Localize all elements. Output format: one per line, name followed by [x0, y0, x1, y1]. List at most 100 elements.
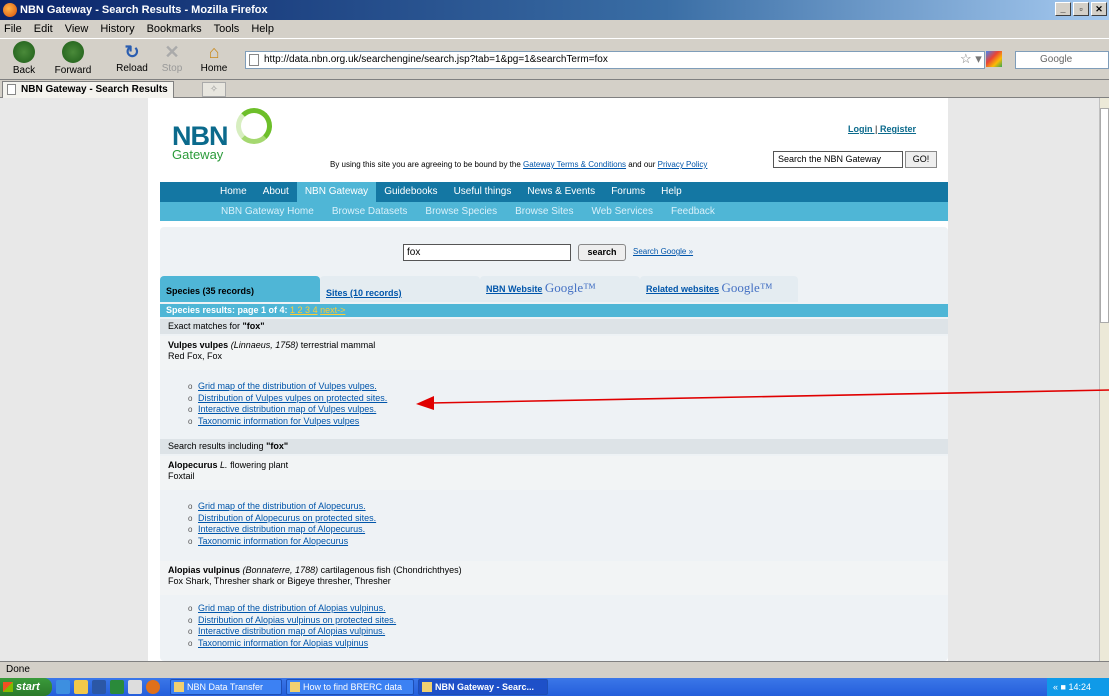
exact-matches-header: Exact matches for "fox" [160, 319, 948, 334]
go-button[interactable]: GO! [905, 151, 937, 168]
nav-guidebooks[interactable]: Guidebooks [376, 182, 445, 202]
subnav-browse-datasets[interactable]: Browse Datasets [323, 206, 417, 217]
species-links: Grid map of the distribution of Vulpes v… [188, 381, 387, 427]
excel-icon[interactable] [110, 680, 124, 694]
document-icon[interactable] [128, 680, 142, 694]
species-record: Vulpes vulpes (Linnaeus, 1758) terrestri… [160, 336, 948, 370]
menu-view[interactable]: View [65, 23, 89, 35]
species-links: Grid map of the distribution of Alopecur… [188, 501, 376, 547]
tab-nbn-website[interactable]: NBN Website Google™ [480, 276, 640, 302]
home-icon: ⌂ [208, 42, 220, 62]
tab-related-websites[interactable]: Related websites Google™ [640, 276, 798, 302]
close-button[interactable]: ✕ [1091, 2, 1107, 16]
bookmark-star-icon[interactable]: ☆ ▾ [960, 51, 982, 67]
nav-about[interactable]: About [255, 182, 297, 202]
subnav-gateway-home[interactable]: NBN Gateway Home [212, 206, 323, 217]
menu-bar: File Edit View History Bookmarks Tools H… [0, 20, 1109, 38]
interactive-map-link[interactable]: Interactive distribution map of Alopias … [188, 626, 396, 638]
forward-arrow-icon [62, 41, 84, 63]
ie-icon[interactable] [56, 680, 70, 694]
site-search-input[interactable]: Search the NBN Gateway [773, 151, 903, 168]
start-button[interactable]: start [0, 678, 52, 696]
browser-search-field[interactable]: Google [986, 51, 1109, 69]
tray-icon[interactable]: ■ [1061, 682, 1066, 692]
nav-useful-things[interactable]: Useful things [446, 182, 520, 202]
menu-file[interactable]: File [4, 23, 22, 35]
stop-icon: ✕ [164, 42, 180, 62]
address-bar[interactable]: http://data.nbn.org.uk/searchengine/sear… [245, 51, 985, 69]
menu-help[interactable]: Help [251, 23, 274, 35]
subnav-browse-sites[interactable]: Browse Sites [506, 206, 582, 217]
menu-tools[interactable]: Tools [214, 23, 240, 35]
interactive-map-link[interactable]: Interactive distribution map of Alopecur… [188, 524, 376, 536]
subnav-feedback[interactable]: Feedback [662, 206, 724, 217]
search-button[interactable]: search [578, 244, 626, 261]
firefox-icon[interactable] [146, 680, 160, 694]
subnav-browse-species[interactable]: Browse Species [416, 206, 506, 217]
back-button[interactable]: Back [2, 41, 46, 76]
terms-notice: By using this site you are agreeing to b… [330, 160, 708, 169]
species-links: Grid map of the distribution of Alopias … [188, 603, 396, 649]
window-title-bar: NBN Gateway - Search Results - Mozilla F… [0, 0, 1109, 20]
nav-forums[interactable]: Forums [603, 182, 653, 202]
nbn-logo[interactable]: NBN Gateway [172, 123, 228, 162]
home-button[interactable]: ⌂ Home [192, 41, 236, 74]
status-bar: Done [0, 661, 1109, 678]
results-pagination: Species results: page 1 of 4: 1 2 3 4 ne… [160, 304, 948, 317]
windows-taskbar: start NBN Data Transfer How to find BRER… [0, 678, 1109, 696]
login-register-links: Login | Register [848, 124, 917, 134]
nav-home[interactable]: Home [212, 182, 255, 202]
minimize-button[interactable]: _ [1055, 2, 1071, 16]
browser-tab[interactable]: NBN Gateway - Search Results [2, 81, 174, 98]
reload-button[interactable]: ↻ Reload [110, 41, 154, 74]
new-tab-button[interactable]: ✧ [202, 82, 226, 97]
google-logo: Google™ [544, 280, 596, 295]
menu-history[interactable]: History [100, 23, 134, 35]
search-google-link[interactable]: Search Google » [633, 247, 693, 256]
grid-map-link[interactable]: Grid map of the distribution of Alopias … [188, 603, 396, 615]
task-nbn-gateway[interactable]: NBN Gateway - Searc... [418, 679, 548, 695]
page-links[interactable]: 1 2 3 4 [290, 305, 318, 315]
sub-nav: NBN Gateway Home Browse Datasets Browse … [160, 202, 948, 221]
google-logo: Google™ [721, 280, 773, 295]
google-engine-icon[interactable] [986, 51, 1002, 67]
taxonomic-info-link[interactable]: Taxonomic information for Vulpes vulpes [188, 416, 387, 428]
subnav-web-services[interactable]: Web Services [582, 206, 662, 217]
terms-link[interactable]: Gateway Terms & Conditions [523, 160, 626, 169]
nav-nbn-gateway[interactable]: NBN Gateway [296, 182, 377, 202]
grid-map-link[interactable]: Grid map of the distribution of Alopecur… [188, 501, 376, 513]
register-link[interactable]: Register [880, 124, 916, 134]
forward-button[interactable]: Forward [48, 41, 98, 76]
url-text: http://data.nbn.org.uk/searchengine/sear… [264, 54, 608, 65]
privacy-link[interactable]: Privacy Policy [658, 160, 708, 169]
task-brerc-doc[interactable]: How to find BRERC data ... [286, 679, 414, 695]
tab-sites[interactable]: Sites (10 records) [320, 276, 480, 302]
protected-sites-link[interactable]: Distribution of Vulpes vulpes on protect… [188, 393, 387, 405]
firefox-icon [3, 3, 17, 17]
species-search-input[interactable]: fox [403, 244, 571, 261]
taxonomic-info-link[interactable]: Taxonomic information for Alopias vulpin… [188, 638, 396, 650]
including-header: Search results including "fox" [160, 439, 948, 454]
login-link[interactable]: Login [848, 124, 873, 134]
folder-icon[interactable] [74, 680, 88, 694]
system-tray: « ■ 14:24 [1047, 678, 1109, 696]
window-title: NBN Gateway - Search Results - Mozilla F… [20, 4, 268, 16]
tab-species[interactable]: Species (35 records) [160, 276, 320, 302]
protected-sites-link[interactable]: Distribution of Alopias vulpinus on prot… [188, 615, 396, 627]
menu-bookmarks[interactable]: Bookmarks [147, 23, 202, 35]
grid-map-link[interactable]: Grid map of the distribution of Vulpes v… [188, 381, 387, 393]
protected-sites-link[interactable]: Distribution of Alopecurus on protected … [188, 513, 376, 525]
nav-help[interactable]: Help [653, 182, 690, 202]
nav-news-events[interactable]: News & Events [519, 182, 603, 202]
interactive-map-link[interactable]: Interactive distribution map of Vulpes v… [188, 404, 387, 416]
taxonomic-info-link[interactable]: Taxonomic information for Alopecurus [188, 536, 376, 548]
clock: 14:24 [1068, 682, 1091, 692]
task-nbn-data-transfer[interactable]: NBN Data Transfer [170, 679, 282, 695]
word-icon[interactable] [92, 680, 106, 694]
nbn-swirl-icon [236, 108, 272, 144]
next-link[interactable]: next-> [320, 305, 345, 315]
maximize-button[interactable]: ▫ [1073, 2, 1089, 16]
menu-edit[interactable]: Edit [34, 23, 53, 35]
stop-button[interactable]: ✕ Stop [150, 41, 194, 74]
scrollbar-thumb[interactable] [1100, 108, 1109, 323]
